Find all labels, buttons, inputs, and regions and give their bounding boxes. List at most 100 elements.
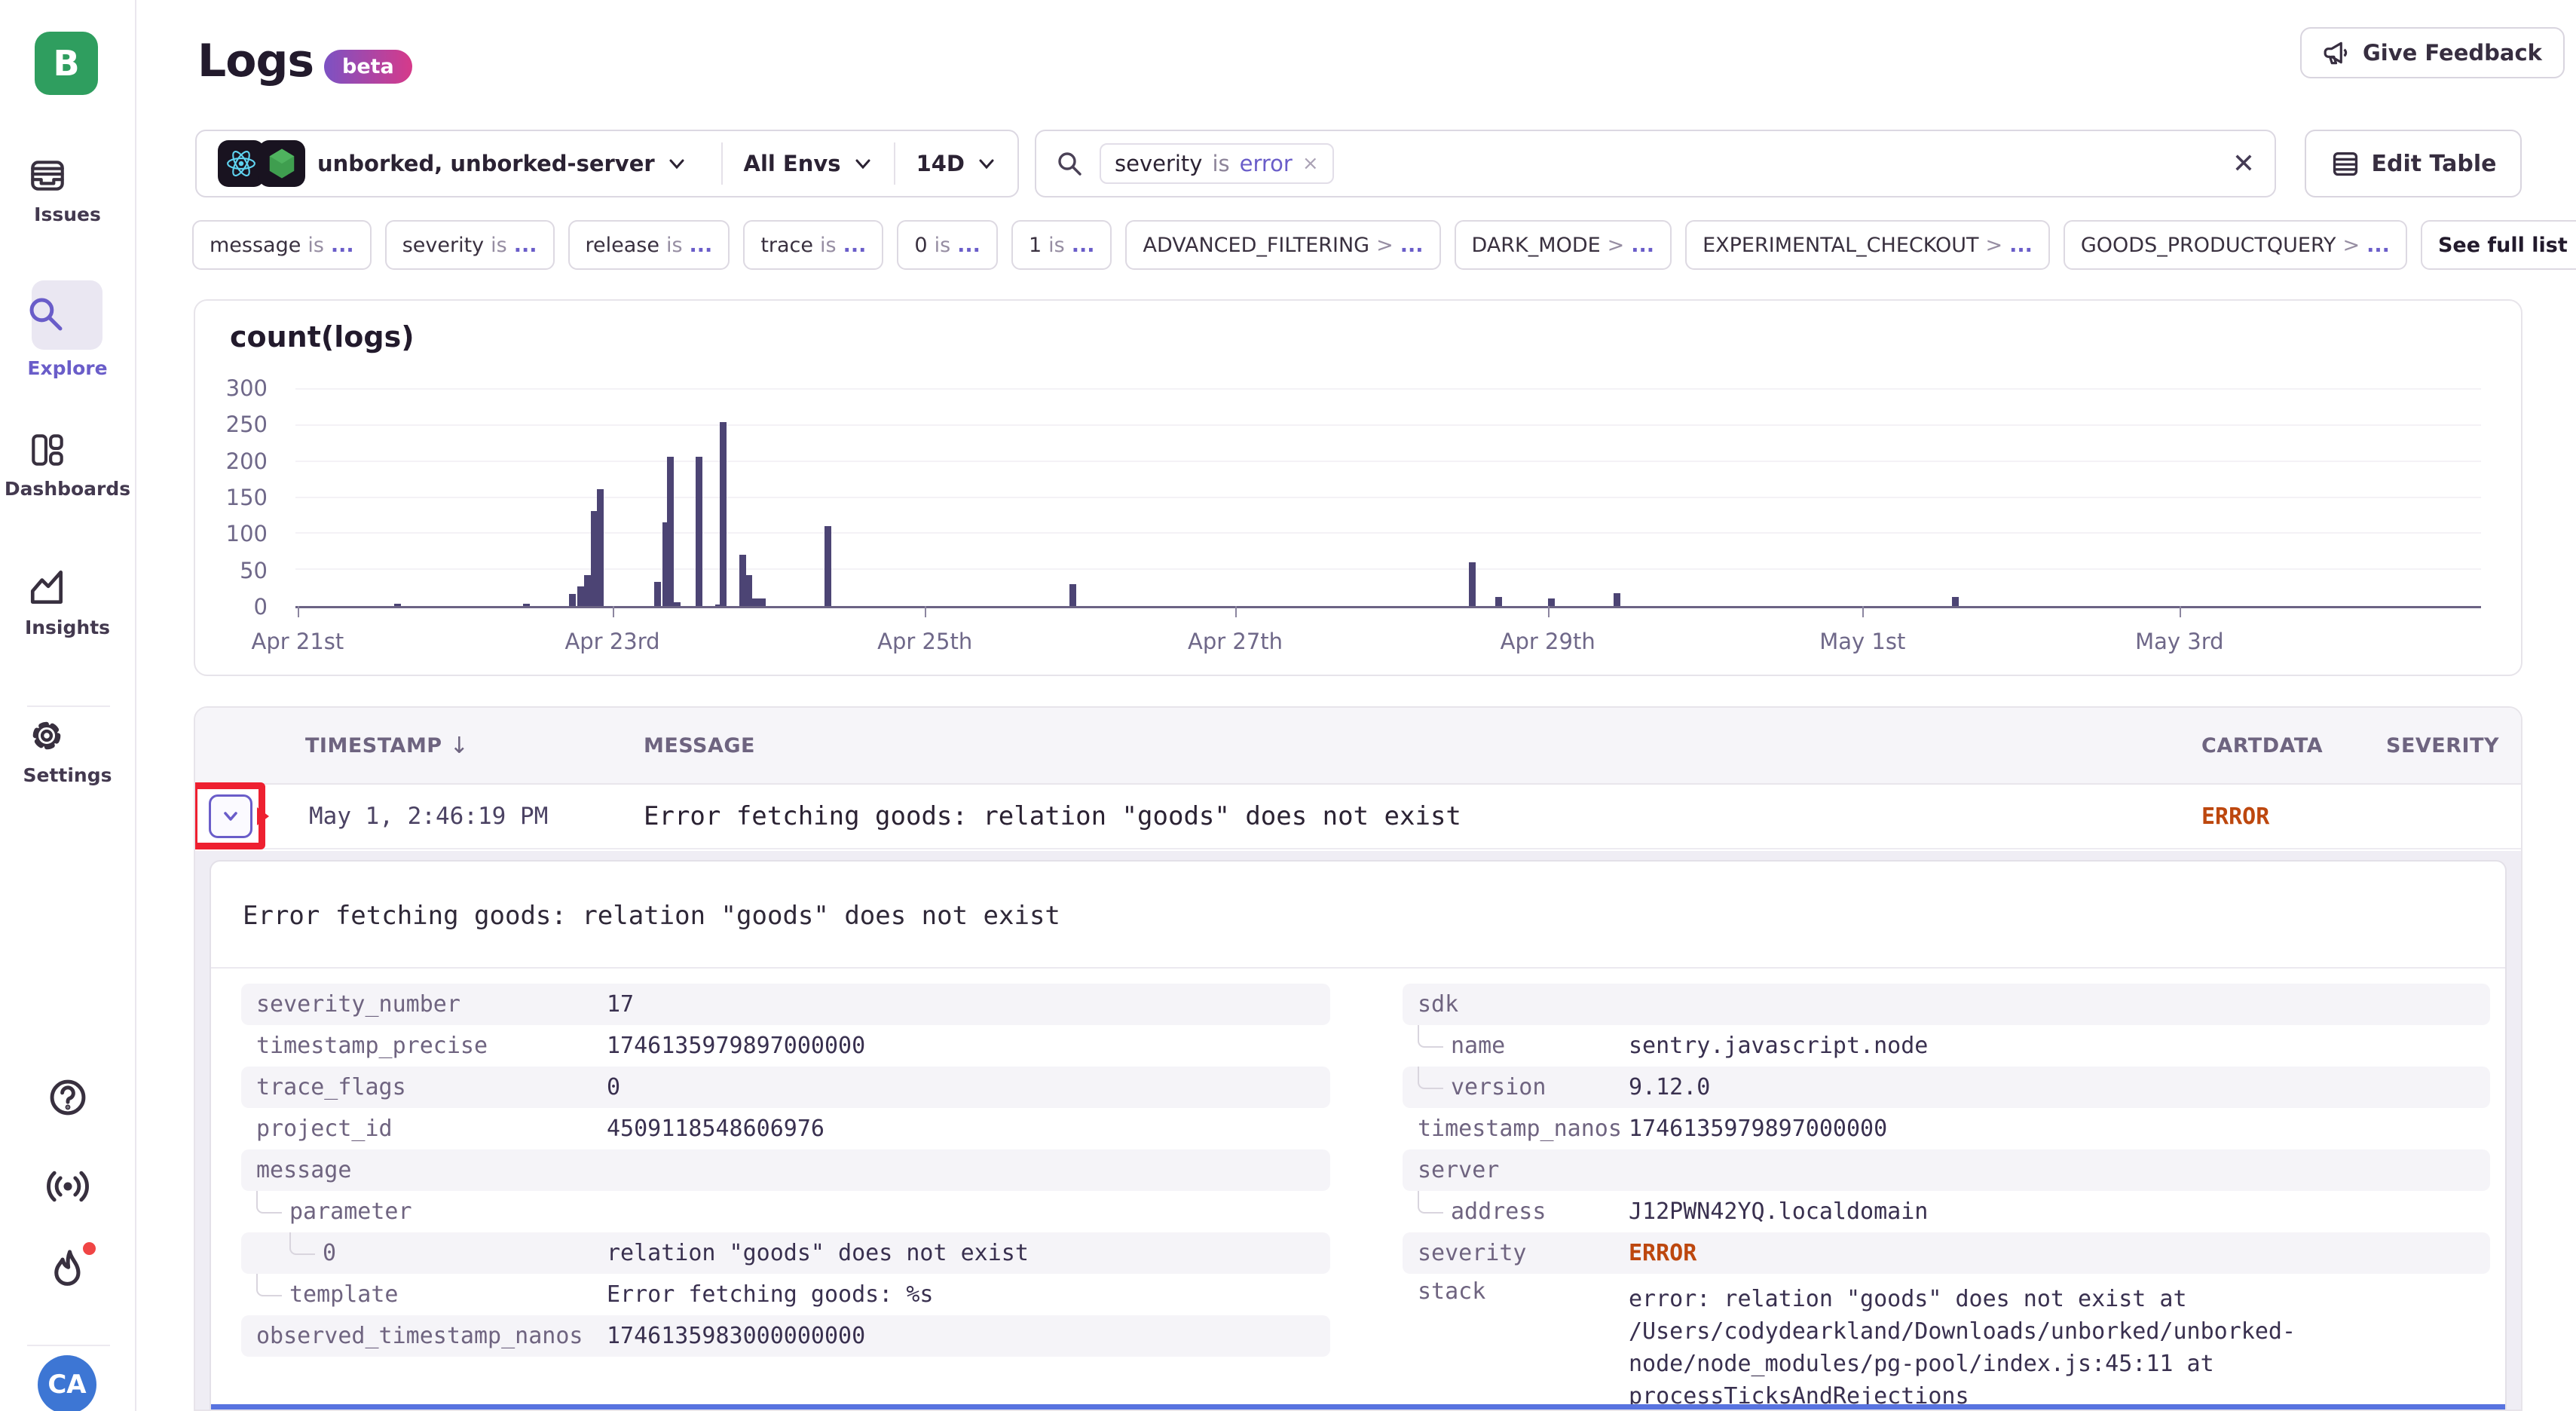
log-row[interactable]: May 1, 2:46:19 PM Error fetching goods: … [195,785,2521,849]
column-header-severity[interactable]: SEVERITY [2386,708,2499,783]
detail-kv-row: sdk [1403,984,2490,1025]
attribute-value: sentry.javascript.node [1629,1033,1928,1059]
x-tick-label: Apr 25th [877,629,972,654]
help-icon[interactable] [44,1073,92,1122]
sort-desc-icon: ↓ [450,733,470,759]
column-header-message[interactable]: MESSAGE [644,708,755,783]
attribute-key: severity_number [256,991,607,1018]
edit-table-button[interactable]: Edit Table [2305,130,2522,197]
filter-chip[interactable]: messageis... [192,220,372,270]
x-tick-label: Apr 27th [1188,629,1283,654]
chart-bar [759,598,766,606]
project-selector[interactable]: unborked, unborked-server [197,131,721,196]
column-header-timestamp[interactable]: TIMESTAMP ↓ [305,708,469,783]
beta-badge: beta [324,50,412,84]
filter-chip[interactable]: 1is... [1011,220,1112,270]
detail-kv-row: addressJ12PWN42YQ.localdomain [1403,1191,2490,1232]
column-label: CARTDATA [2201,734,2323,758]
attribute-key: severity [1418,1240,1629,1266]
tree-connector [1418,1191,1443,1214]
x-tick-label: Apr 21st [252,629,344,654]
broadcast-icon[interactable] [44,1162,92,1211]
detail-kv-row: severity_number17 [241,984,1330,1025]
notification-dot [83,1242,96,1255]
search-input[interactable]: severity is error × ✕ [1035,130,2276,197]
filter-chip[interactable]: ADVANCED_FILTERING>... [1125,220,1440,270]
cell-timestamp: May 1, 2:46:19 PM [309,785,548,848]
attribute-value: relation "goods" does not exist [607,1240,1029,1266]
column-label: SEVERITY [2386,734,2499,758]
filter-chip[interactable]: EXPERIMENTAL_CHECKOUT>... [1685,220,2050,270]
chart-bar [394,604,401,606]
expand-row-button[interactable] [209,794,252,838]
attribute-key: timestamp_nanos [1418,1116,1629,1142]
project-platform-icons [218,140,305,187]
attribute-value: 4509118548606976 [607,1116,825,1142]
chart-bar [1469,562,1476,606]
filter-chip[interactable]: GOODS_PRODUCTQUERY>... [2064,220,2407,270]
sidebar-divider-bottom [27,1345,110,1346]
attribute-value: 1746135979897000000 [607,1033,865,1059]
search-clear-icon[interactable]: ✕ [2232,148,2255,179]
react-platform-icon [218,140,265,187]
cell-severity: ERROR [2201,785,2269,848]
chart-bar [523,604,530,606]
sidebar-item-dashboards[interactable]: Dashboards [0,430,135,500]
date-range-selector[interactable]: 14D [895,131,1017,196]
table-icon [2330,148,2360,179]
attribute-key: message [256,1157,607,1183]
chart-bar [654,582,661,606]
org-logo[interactable]: B [35,32,98,95]
chart-bar [1614,593,1620,606]
token-key: severity [1115,151,1202,176]
attribute-value: error: relation "goods" does not exist a… [1629,1278,2309,1409]
gridline [295,461,2481,462]
column-header-cartdata[interactable]: CARTDATA [2201,708,2323,783]
environment-selector[interactable]: All Envs [723,131,894,196]
see-full-list-button[interactable]: See full list [2421,220,2576,270]
cell-message: Error fetching goods: relation "goods" d… [644,785,1461,848]
chart-title: count(logs) [230,320,415,354]
attribute-value: 9.12.0 [1629,1074,1710,1100]
sidebar-item-settings[interactable]: Settings [0,715,135,786]
sidebar-item-label: Explore [27,357,107,379]
tree-connector [1418,1067,1443,1089]
token-remove-icon[interactable]: × [1302,152,1319,175]
attribute-key: server [1418,1157,1629,1183]
filter-chip[interactable]: 0is... [897,220,998,270]
gridline [295,532,2481,534]
filter-chip[interactable]: severityis... [385,220,555,270]
x-tick [613,606,614,617]
sidebar-item-label: Issues [34,204,101,225]
give-feedback-button[interactable]: Give Feedback [2300,27,2565,78]
horizontal-scrollbar[interactable] [211,1404,2505,1409]
chevron-down-icon [667,154,687,173]
filter-chip[interactable]: releaseis... [568,220,730,270]
search-filter-token[interactable]: severity is error × [1100,143,1334,184]
gridline [295,568,2481,570]
environment-selector-label: All Envs [744,151,841,176]
chart-bar [1495,597,1502,606]
chart-bar [597,489,604,606]
detail-attributes-left: severity_number17timestamp_precise174613… [241,984,1330,1409]
tree-connector [1418,1025,1443,1048]
chart-bar [591,511,598,606]
user-avatar[interactable]: CA [38,1355,96,1411]
attribute-value: Error fetching goods: %s [607,1281,933,1308]
x-tick [925,606,926,617]
y-tick-label: 50 [240,558,268,583]
sidebar-item-insights[interactable]: Insights [0,568,135,638]
y-tick-label: 0 [254,594,268,620]
page-filter-bar: unborked, unborked-server All Envs 14D [195,130,1019,197]
detail-kv-row: project_id4509118548606976 [241,1108,1330,1149]
detail-kv-row: stackerror: relation "goods" does not ex… [1403,1274,2490,1409]
filter-chip[interactable]: DARK_MODE>... [1455,220,1672,270]
dashboards-icon [27,430,68,470]
sidebar-item-issues[interactable]: Issues [0,155,135,225]
y-tick-label: 150 [226,485,268,510]
chart-bar [720,422,727,606]
search-icon [24,292,68,336]
edit-table-label: Edit Table [2372,151,2497,177]
filter-chip[interactable]: traceis... [743,220,883,270]
sidebar-item-explore[interactable]: Explore [0,292,135,379]
